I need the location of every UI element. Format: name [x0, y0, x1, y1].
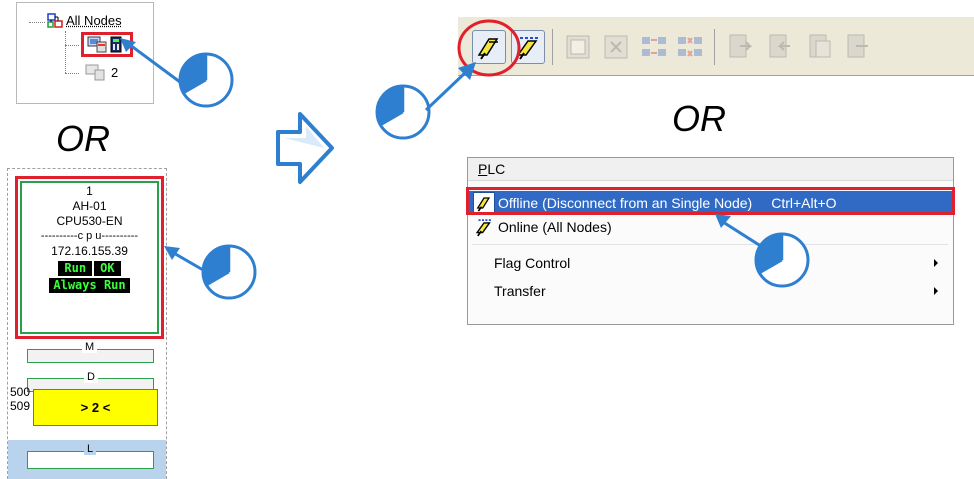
monitor-device-icon[interactable] [564, 33, 592, 61]
tree-line [29, 22, 45, 23]
menu-item-transfer-label: Transfer [494, 283, 546, 299]
toolbar-separator [552, 29, 553, 65]
node-2-icon[interactable] [85, 64, 105, 86]
menu-item-online-label: Online (All Nodes) [498, 219, 612, 235]
menu-item-flag-control-label: Flag Control [494, 255, 571, 271]
cpu-model-family: AH-01 [72, 199, 107, 213]
menu-title-bar: PLC [468, 158, 953, 181]
menu-item-online[interactable]: Online (All Nodes) [469, 215, 954, 239]
cpu-ip: 172.16.155.39 [51, 244, 128, 258]
cpu-index: 1 [86, 184, 93, 198]
click-indicator-icon [178, 52, 234, 108]
click-indicator-icon [201, 244, 257, 300]
plc-menu: PLC Offline (Disconnect from an Single N… [467, 157, 954, 325]
menu-title-rest: LC [487, 161, 506, 177]
or-label-right: OR [672, 98, 726, 139]
address-top: 500 [10, 385, 31, 399]
menu-item-transfer[interactable]: Transfer [469, 279, 954, 303]
address-range: 500 509 [10, 385, 30, 413]
menu-separator [472, 244, 948, 245]
tree-line [65, 73, 79, 74]
submenu-arrow-icon [934, 259, 938, 267]
compare-icon[interactable] [808, 33, 834, 61]
disconnect-io-icon[interactable] [676, 33, 704, 61]
stop-monitor-icon[interactable] [602, 33, 630, 61]
plug-online-icon [473, 216, 495, 238]
transfer-io-icon[interactable] [640, 33, 668, 61]
download-icon[interactable] [768, 33, 794, 61]
all-nodes-icon [47, 13, 63, 34]
tree-line [65, 31, 66, 73]
all-nodes-label[interactable]: All Nodes [66, 13, 122, 28]
slot-d-label: D [84, 372, 98, 383]
address-bottom: 509 [10, 399, 31, 413]
menu-offline-highlight [466, 187, 955, 215]
menu-item-flag-control[interactable]: Flag Control [469, 251, 954, 275]
status-run: Run [58, 261, 93, 276]
menu-title-mnemonic: P [478, 161, 488, 177]
menu-title-plc[interactable]: PLC [478, 161, 505, 177]
upload-icon[interactable] [728, 33, 754, 61]
or-label-left: OR [56, 118, 110, 159]
slot-badge[interactable]: > 2 < [33, 389, 158, 426]
status-mode-row: Always Run [22, 278, 157, 293]
cpu-text: c p u [77, 230, 102, 242]
next-step-arrow-icon [276, 112, 334, 184]
toolbar-separator [714, 29, 715, 65]
click-indicator-icon [754, 232, 810, 288]
slot-l-label: L [84, 444, 97, 455]
cpu-label-row: ----------c p u---------- [40, 230, 139, 242]
tree-line [65, 45, 79, 46]
cpu-module-card[interactable]: 1 AH-01 CPU530-EN ----------c p u-------… [20, 181, 159, 334]
status-mode: Always Run [49, 278, 130, 293]
node-computer-icon[interactable] [87, 36, 107, 58]
toolbar-pointer-arrow [424, 62, 476, 112]
submenu-arrow-icon [934, 287, 938, 295]
status-ok: OK [94, 261, 121, 276]
cpu-model: CPU530-EN [56, 214, 123, 228]
status-row: Run OK [22, 261, 157, 276]
toolbar [458, 16, 974, 76]
sync-icon[interactable] [846, 33, 872, 61]
slot-m-label: M [82, 342, 98, 353]
